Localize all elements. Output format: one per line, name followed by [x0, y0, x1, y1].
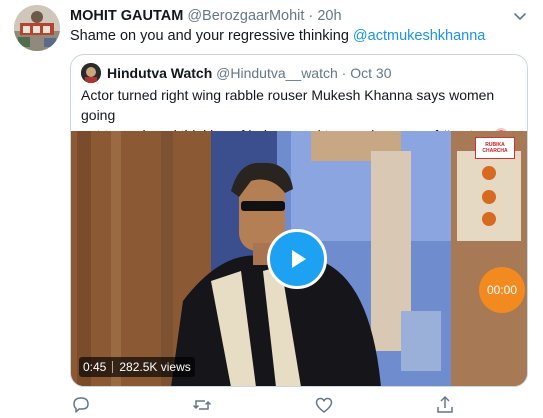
- stats-divider: [112, 361, 114, 373]
- video-stats: 0:45 282.5K views: [79, 357, 195, 377]
- tweet-timestamp[interactable]: 20h: [317, 8, 341, 24]
- chevron-down-icon[interactable]: [510, 6, 530, 26]
- video-player[interactable]: RUBIKA CHARCHA 00:00 0:45 282.5K views: [71, 131, 527, 386]
- quoted-author-name[interactable]: Hindutva Watch: [107, 65, 212, 81]
- quoted-timestamp[interactable]: Oct 30: [350, 65, 391, 81]
- video-views: 282.5K views: [119, 360, 191, 374]
- tweet-text-body: Shame on you and your regressive thinkin…: [70, 28, 353, 44]
- quoted-header: Hindutva Watch @Hindutva__watch · Oct 30: [107, 63, 391, 83]
- channel-logo: RUBIKA CHARCHA: [475, 137, 515, 159]
- tweet-actions: [70, 394, 470, 416]
- profile-photo-icon[interactable]: [14, 5, 60, 51]
- play-button[interactable]: [267, 229, 327, 289]
- tweet-text: Shame on you and your regressive thinkin…: [70, 26, 485, 46]
- logo-line2: CHARCHA: [482, 148, 508, 154]
- quoted-tweet[interactable]: Hindutva Watch @Hindutva__watch · Oct 30…: [70, 54, 528, 387]
- video-duration: 0:45: [83, 360, 107, 374]
- retweet-icon[interactable]: [191, 394, 213, 416]
- play-icon: [292, 250, 306, 268]
- timer-badge: 00:00: [479, 267, 525, 313]
- quoted-separator-dot: ·: [341, 65, 347, 81]
- separator-dot: ·: [308, 8, 314, 24]
- quoted-text-line1: Actor turned right wing rabble rouser Mu…: [81, 87, 495, 123]
- author-name[interactable]: MOHIT GAUTAM: [70, 8, 183, 24]
- author-handle[interactable]: @BerozgaarMohit: [187, 8, 304, 24]
- mention-link[interactable]: @actmukeshkhanna: [353, 28, 485, 44]
- heart-icon[interactable]: [313, 394, 335, 416]
- reply-icon[interactable]: [70, 394, 92, 416]
- quoted-avatar[interactable]: [81, 63, 101, 83]
- share-icon[interactable]: [434, 394, 456, 416]
- tweet-header: MOHIT GAUTAM @BerozgaarMohit · 20h: [70, 6, 342, 26]
- tweet[interactable]: MOHIT GAUTAM @BerozgaarMohit · 20h Shame…: [0, 0, 543, 418]
- quoted-author-handle[interactable]: @Hindutva__watch: [216, 65, 338, 81]
